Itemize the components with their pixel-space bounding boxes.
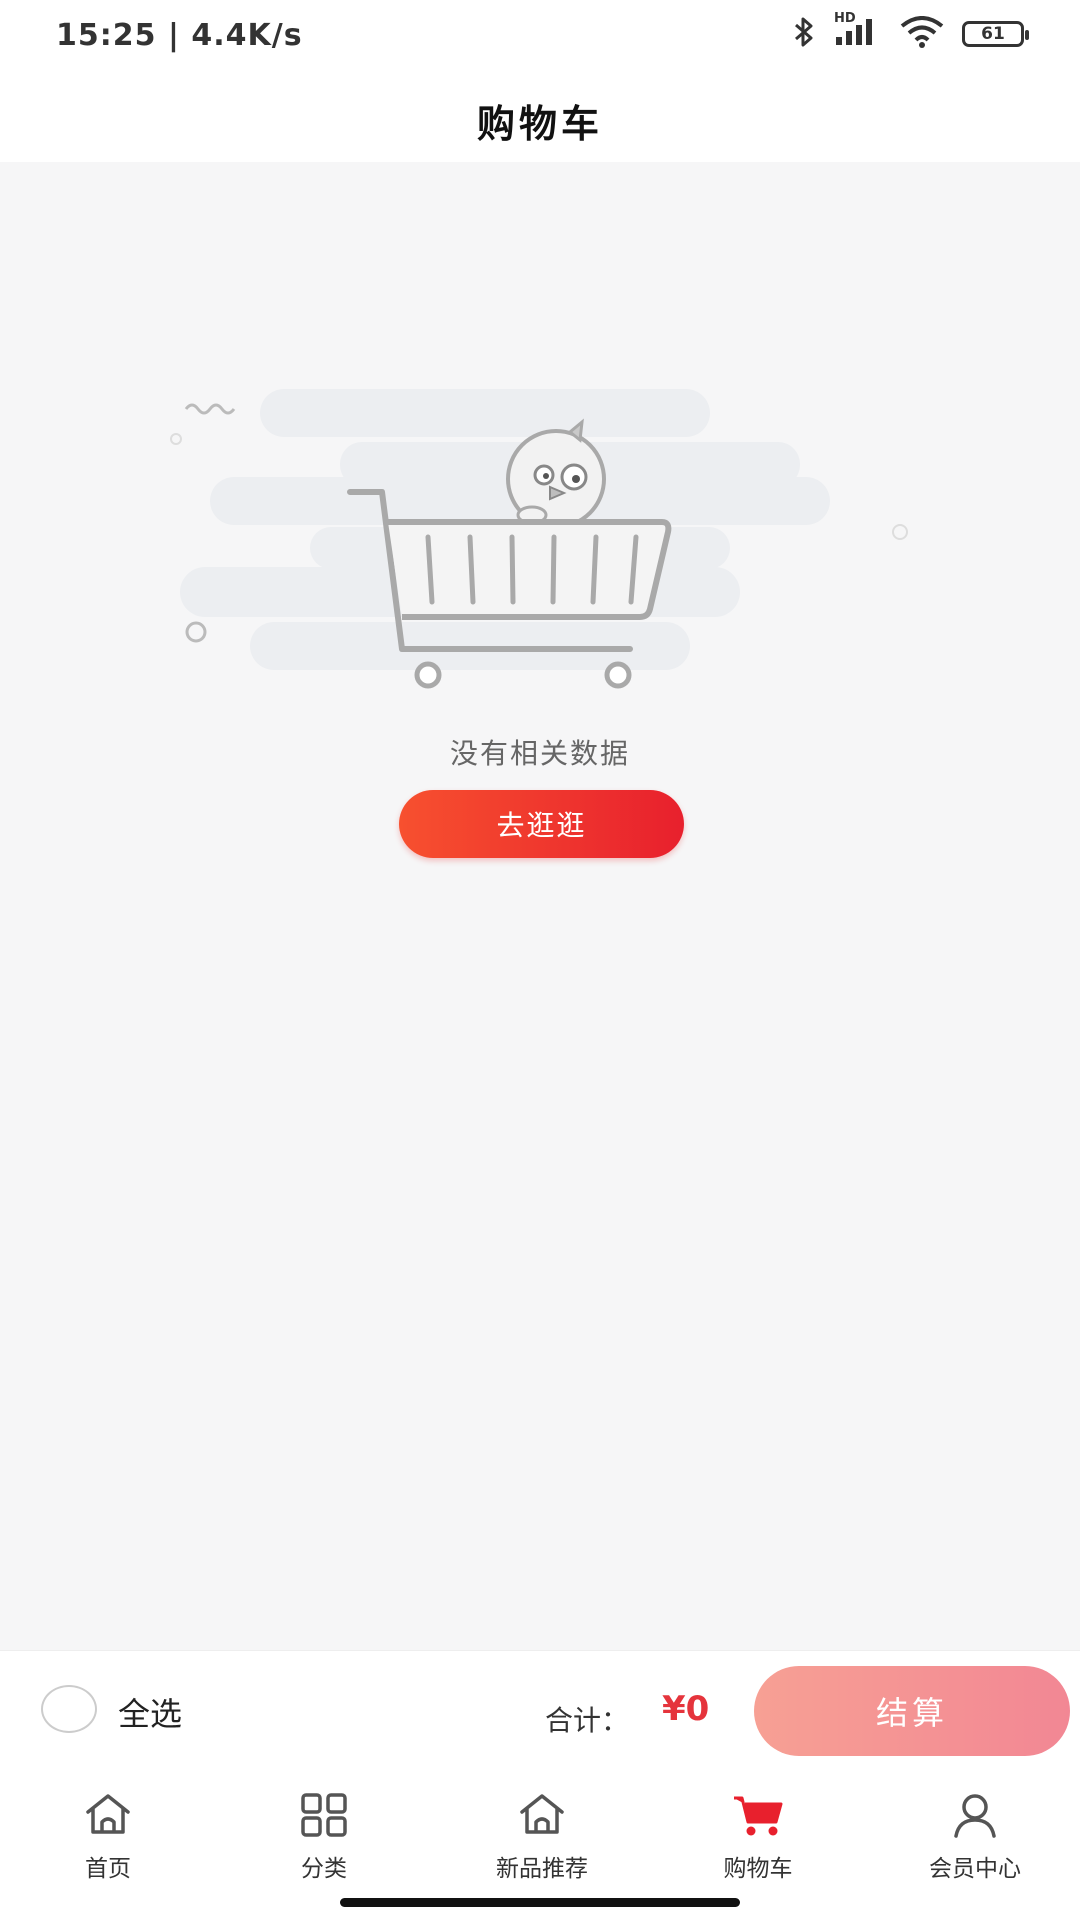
cart-icon [732,1789,784,1841]
total-label: 合计： [545,1704,630,1737]
grid-icon [298,1789,350,1841]
battery-level: 61 [981,24,1005,44]
signal-icon: HD [834,11,882,51]
user-icon [949,1789,1001,1841]
tab-new-products[interactable]: 新品推荐 [452,1789,632,1889]
home-icon [516,1789,568,1841]
tab-cart[interactable]: 购物车 [668,1789,848,1889]
tab-member-center-label: 会员中心 [929,1856,1021,1882]
home-indicator[interactable] [340,1898,740,1907]
tab-category-label: 分类 [301,1856,347,1882]
checkout-bar: 全选 合计： ¥0 结算 [0,1650,1080,1770]
page-header: 购物车 [0,78,1080,162]
bluetooth-icon [792,16,816,52]
checkout-button[interactable]: 结算 [754,1666,1070,1756]
status-time-speed: 15:25 | 4.4K/s [56,18,303,53]
select-all-label[interactable]: 全选 [118,1689,182,1735]
tab-home-label: 首页 [85,1856,131,1882]
empty-cart-illustration [170,372,910,717]
home-icon [82,1789,134,1841]
cart-content: 没有相关数据 去逛逛 [0,162,1080,1650]
tab-member-center[interactable]: 会员中心 [885,1789,1065,1889]
tab-category[interactable]: 分类 [234,1789,414,1889]
tab-home[interactable]: 首页 [18,1789,198,1889]
total-value: ¥0 [662,1689,710,1729]
tab-new-products-label: 新品推荐 [496,1856,588,1882]
battery-icon: 61 [962,21,1029,47]
select-all-checkbox[interactable] [41,1685,97,1733]
empty-message: 没有相关数据 [449,737,630,770]
hd-label: HD [834,11,856,26]
go-shopping-button[interactable]: 去逛逛 [399,790,684,858]
page-title: 购物车 [476,101,603,146]
tab-cart-label: 购物车 [723,1856,793,1882]
wifi-icon [900,16,944,52]
status-icons: HD 61 [792,11,1029,52]
status-bar: 15:25 | 4.4K/s HD 61 [0,0,1080,78]
